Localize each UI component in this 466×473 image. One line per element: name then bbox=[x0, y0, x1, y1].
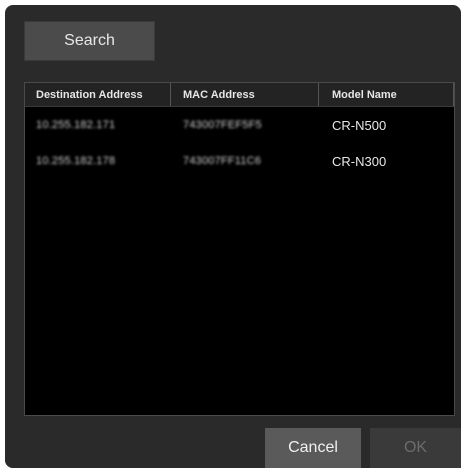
column-header-destination-address[interactable]: Destination Address bbox=[25, 83, 171, 106]
destination-address-cell: 10.255.182.171 bbox=[36, 119, 116, 131]
model-name-cell: CR-N300 bbox=[332, 153, 387, 169]
model-name-cell: CR-N500 bbox=[332, 117, 387, 133]
search-button[interactable]: Search bbox=[24, 21, 155, 61]
mac-address-cell: 743007FF11C6 bbox=[183, 155, 262, 167]
table-row[interactable]: 10.255.182.178 743007FF11C6 CR-N300 bbox=[25, 143, 454, 179]
column-header-mac-address[interactable]: MAC Address bbox=[171, 83, 319, 106]
mac-address-cell: 743007FEF5F5 bbox=[183, 119, 262, 131]
device-search-dialog: Search Destination Address MAC Address M… bbox=[5, 5, 461, 468]
list-header: Destination Address MAC Address Model Na… bbox=[25, 83, 454, 107]
cancel-button[interactable]: Cancel bbox=[265, 428, 361, 468]
ok-button[interactable]: OK bbox=[370, 428, 461, 468]
destination-address-cell: 10.255.182.178 bbox=[36, 155, 116, 167]
table-row[interactable]: 10.255.182.171 743007FEF5F5 CR-N500 bbox=[25, 107, 454, 143]
column-header-model-name[interactable]: Model Name bbox=[319, 83, 454, 106]
device-list[interactable]: Destination Address MAC Address Model Na… bbox=[24, 82, 455, 416]
